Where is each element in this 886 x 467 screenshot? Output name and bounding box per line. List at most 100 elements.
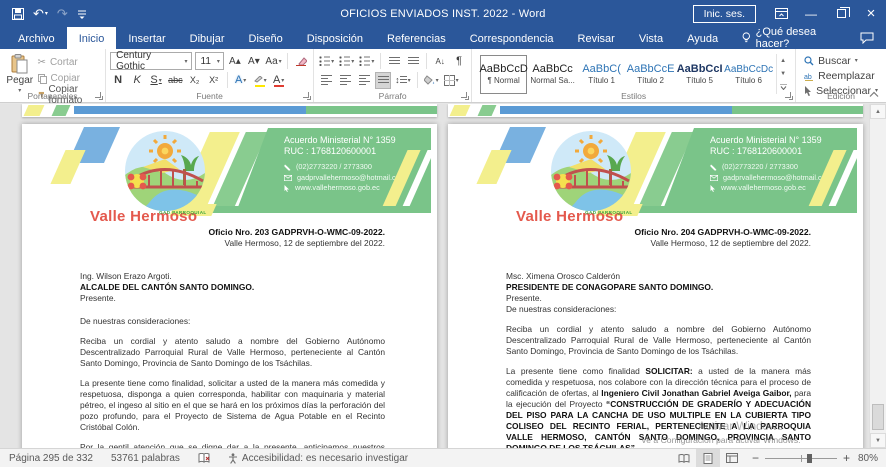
styles-scroll-down-icon[interactable]: ▼ bbox=[777, 67, 789, 80]
text-effects-button[interactable]: A▾ bbox=[233, 72, 249, 89]
oficio-date: Valle Hermoso, 12 de septiembre del 2022… bbox=[506, 238, 811, 249]
bold-button[interactable]: N bbox=[110, 72, 126, 89]
sort-button[interactable]: A↓ bbox=[432, 53, 448, 70]
redo-icon[interactable]: ↷ bbox=[57, 7, 68, 20]
tell-me-box[interactable]: ¿Qué desea hacer? bbox=[730, 27, 860, 49]
letter-body: Oficio Nro. 203 GADPRVH-O-WMC-09-2022. V… bbox=[22, 220, 437, 448]
word-count[interactable]: 53761 palabras bbox=[102, 449, 189, 467]
style-normal-sa[interactable]: AaBbCc Normal Sa... bbox=[529, 55, 576, 94]
tab-vista[interactable]: Vista bbox=[627, 27, 675, 49]
read-mode-button[interactable] bbox=[672, 449, 696, 467]
change-case-button[interactable]: Aa▾ bbox=[265, 53, 282, 70]
zoom-out-button[interactable]: − bbox=[752, 451, 759, 465]
highlighter-icon bbox=[253, 76, 263, 84]
tab-ayuda[interactable]: Ayuda bbox=[675, 27, 730, 49]
superscript-button[interactable]: X² bbox=[206, 72, 222, 89]
oficio-date: Valle Hermoso, 12 de septiembre del 2022… bbox=[80, 238, 385, 249]
search-icon bbox=[804, 56, 814, 66]
close-button[interactable]: × bbox=[856, 0, 886, 27]
web-layout-button[interactable] bbox=[720, 449, 744, 467]
salutation: De nuestras consideraciones: bbox=[80, 316, 385, 327]
align-right-button[interactable] bbox=[356, 72, 372, 89]
document-canvas[interactable]: Acuerdo Ministerial N° 1359 RUC : 176812… bbox=[0, 104, 886, 448]
proofing-status[interactable] bbox=[189, 449, 219, 467]
decrease-indent-button[interactable] bbox=[386, 53, 402, 70]
letterhead: Acuerdo Ministerial N° 1359 RUC : 176812… bbox=[448, 124, 863, 220]
footer-stripe-green bbox=[478, 105, 497, 116]
font-dialog-launcher[interactable] bbox=[303, 92, 310, 99]
customize-qat-icon[interactable] bbox=[77, 8, 87, 20]
numbering-button[interactable]: ▾ bbox=[338, 53, 355, 70]
paste-button[interactable]: Pegar ▾ bbox=[4, 52, 36, 94]
scroll-up-icon[interactable]: ▲ bbox=[870, 104, 886, 119]
show-marks-button[interactable]: ¶ bbox=[451, 53, 467, 70]
save-icon[interactable] bbox=[12, 8, 24, 20]
tab-dibujar[interactable]: Dibujar bbox=[178, 27, 237, 49]
letter-body: Oficio Nro. 204 GADPRVH-O-WMC-09-2022. V… bbox=[448, 220, 863, 448]
minimize-button[interactable]: — bbox=[796, 0, 826, 27]
title-bar: ↶▾ ↷ OFICIOS ENVIADOS INST. 2022 - Word … bbox=[0, 0, 886, 27]
style-normal[interactable]: AaBbCcD ¶ Normal bbox=[480, 55, 527, 94]
clear-formatting-button[interactable] bbox=[293, 53, 309, 70]
tab-correspondencia[interactable]: Correspondencia bbox=[458, 27, 566, 49]
grow-font-button[interactable]: A▴ bbox=[227, 53, 243, 70]
align-left-button[interactable] bbox=[318, 72, 334, 89]
clipboard-dialog-launcher[interactable] bbox=[95, 92, 102, 99]
paragraph-dialog-launcher[interactable] bbox=[461, 92, 468, 99]
scrollbar-thumb[interactable] bbox=[872, 404, 884, 430]
vertical-scrollbar[interactable]: ▲ ▼ bbox=[869, 104, 886, 448]
strikethrough-button[interactable]: abc bbox=[167, 72, 184, 89]
accessibility-status[interactable]: Accesibilidad: es necesario investigar bbox=[219, 449, 417, 467]
highlight-button[interactable]: ▾ bbox=[252, 72, 268, 89]
tab-disposicion[interactable]: Disposición bbox=[295, 27, 375, 49]
zoom-slider-thumb[interactable] bbox=[807, 454, 812, 463]
justify-button[interactable] bbox=[375, 72, 391, 89]
zoom-percentage[interactable]: 80% bbox=[858, 453, 886, 464]
titlebar-controls: Inic. ses. — × bbox=[693, 0, 886, 27]
cut-button[interactable]: ✂ Cortar bbox=[36, 55, 102, 70]
shading-button[interactable]: ▾ bbox=[423, 72, 440, 89]
align-center-button[interactable] bbox=[337, 72, 353, 89]
sign-in-button[interactable]: Inic. ses. bbox=[693, 5, 756, 23]
tab-archivo[interactable]: Archivo bbox=[6, 27, 67, 49]
recipient-block: Ing. Wilson Erazo Argoti. ALCALDE DEL CA… bbox=[80, 271, 385, 304]
find-button[interactable]: Buscar▾ bbox=[804, 54, 878, 67]
page-indicator[interactable]: Página 295 de 332 bbox=[0, 449, 102, 467]
font-color-button[interactable]: A▾ bbox=[271, 72, 287, 89]
tab-revisar[interactable]: Revisar bbox=[566, 27, 627, 49]
zoom-slider[interactable] bbox=[765, 453, 837, 464]
restore-button[interactable] bbox=[826, 0, 856, 27]
replace-button[interactable]: ab Reemplazar bbox=[804, 69, 878, 82]
styles-dialog-launcher[interactable] bbox=[785, 92, 792, 99]
undo-icon[interactable]: ↶▾ bbox=[33, 7, 48, 20]
bullets-button[interactable]: ▾ bbox=[318, 53, 335, 70]
tab-inicio[interactable]: Inicio bbox=[67, 27, 117, 49]
comments-icon[interactable] bbox=[860, 27, 886, 49]
print-layout-button[interactable] bbox=[696, 449, 720, 467]
tab-insertar[interactable]: Insertar bbox=[116, 27, 177, 49]
collapse-ribbon-icon[interactable] bbox=[869, 91, 879, 99]
page-oficio-203[interactable]: Acuerdo Ministerial N° 1359 RUC : 176812… bbox=[22, 124, 437, 448]
style-titulo-6[interactable]: AaBbCcDc Título 6 bbox=[725, 55, 772, 94]
multilevel-list-button[interactable]: ▾ bbox=[358, 53, 375, 70]
italic-button[interactable]: K bbox=[129, 72, 145, 89]
page-oficio-204[interactable]: Acuerdo Ministerial N° 1359 RUC : 176812… bbox=[448, 124, 863, 448]
zoom-in-button[interactable]: + bbox=[843, 451, 850, 465]
scroll-down-icon[interactable]: ▼ bbox=[870, 433, 886, 448]
subscript-button[interactable]: X₂ bbox=[187, 72, 203, 89]
style-titulo-1[interactable]: AaBbC( Título 1 bbox=[578, 55, 625, 94]
style-titulo-5[interactable]: AaBbCcI Título 5 bbox=[676, 55, 723, 94]
style-titulo-2[interactable]: AaBbCcE Título 2 bbox=[627, 55, 674, 94]
tab-referencias[interactable]: Referencias bbox=[375, 27, 458, 49]
footer-stripe-yellow bbox=[450, 105, 471, 116]
line-spacing-button[interactable]: ↕▾ bbox=[394, 72, 412, 89]
increase-indent-button[interactable] bbox=[405, 53, 421, 70]
borders-button[interactable]: ▾ bbox=[443, 72, 460, 89]
ribbon-display-options-icon[interactable] bbox=[766, 0, 796, 27]
font-size-combo[interactable]: 11▾ bbox=[195, 52, 224, 70]
underline-button[interactable]: S▾ bbox=[148, 72, 164, 89]
tab-diseno[interactable]: Diseño bbox=[237, 27, 295, 49]
font-name-combo[interactable]: Century Gothic▾ bbox=[110, 52, 191, 70]
styles-scroll-up-icon[interactable]: ▲ bbox=[777, 54, 789, 67]
shrink-font-button[interactable]: A▾ bbox=[246, 53, 262, 70]
